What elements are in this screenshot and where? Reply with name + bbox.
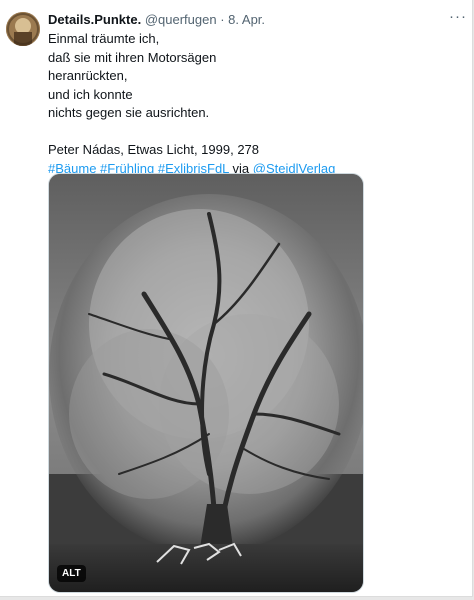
header-separator: · xyxy=(220,12,225,27)
tweet-header: Details.Punkte. @querfugen · 8. Apr. xyxy=(48,12,265,27)
tweet-date[interactable]: 8. Apr. xyxy=(228,12,265,27)
tweet-card[interactable]: Details.Punkte. @querfugen · 8. Apr. ···… xyxy=(0,0,473,597)
tweet-text: Einmal träumte ich, daß sie mit ihren Mo… xyxy=(48,30,458,178)
avatar[interactable] xyxy=(6,12,40,46)
poem-line: Einmal träumte ich, xyxy=(48,31,160,46)
poem-line: und ich konnte xyxy=(48,86,133,102)
tweet-image[interactable] xyxy=(48,173,364,593)
citation-line: Peter Nádas, Etwas Licht, 1999, 278 xyxy=(48,142,260,157)
display-name[interactable]: Details.Punkte. xyxy=(48,12,141,27)
alt-text-badge[interactable]: ALT xyxy=(57,565,86,582)
poem-line: heranrückten, xyxy=(48,68,128,83)
user-handle[interactable]: @querfugen xyxy=(145,12,217,27)
poem-line: nichts gegen sie ausrichten. xyxy=(48,105,210,120)
more-options-icon[interactable]: ··· xyxy=(449,9,467,24)
poem-line: daß sie mit ihren Motorsägen xyxy=(48,49,217,65)
tree-photo xyxy=(49,174,363,592)
